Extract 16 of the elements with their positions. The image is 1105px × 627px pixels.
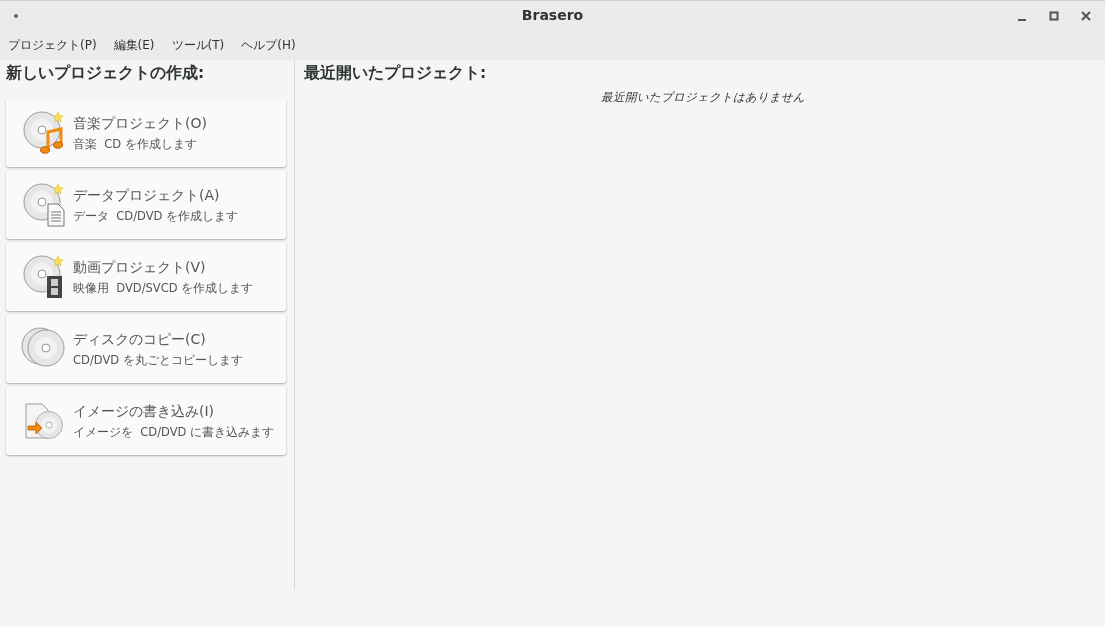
data-disc-icon [21, 182, 67, 229]
project-button[interactable]: 動画プロジェクト(V) 映像用 DVD/SVCD を作成します [6, 243, 286, 312]
menu-item[interactable]: ツール(T) [171, 36, 225, 54]
menu-item[interactable]: 編集(E) [113, 36, 155, 54]
section-heading: 最近開いたプロジェクト: [304, 63, 488, 84]
section-heading: 新しいプロジェクトの作成: [6, 63, 206, 84]
close-icon[interactable] [1079, 8, 1093, 23]
empty-message: 最近開いたプロジェクトはありません [600, 89, 806, 107]
project-button[interactable]: 音楽プロジェクト(O) 音楽 CD を作成します [6, 99, 286, 168]
menu-item[interactable]: プロジェクト(P) [8, 36, 97, 54]
project-button[interactable]: ディスクのコピー(C) CD/DVD を丸ごとコピーします [6, 315, 286, 384]
window-title: Brasero [521, 6, 584, 25]
project-button[interactable]: データプロジェクト(A) データ CD/DVD を作成します [6, 171, 286, 240]
window-menu-icon[interactable] [14, 13, 18, 18]
project-button[interactable]: イメージの書き込み(I) イメージを CD/DVD に書き込みます [6, 387, 286, 456]
menu-item[interactable]: ヘルプ(H) [241, 36, 296, 54]
